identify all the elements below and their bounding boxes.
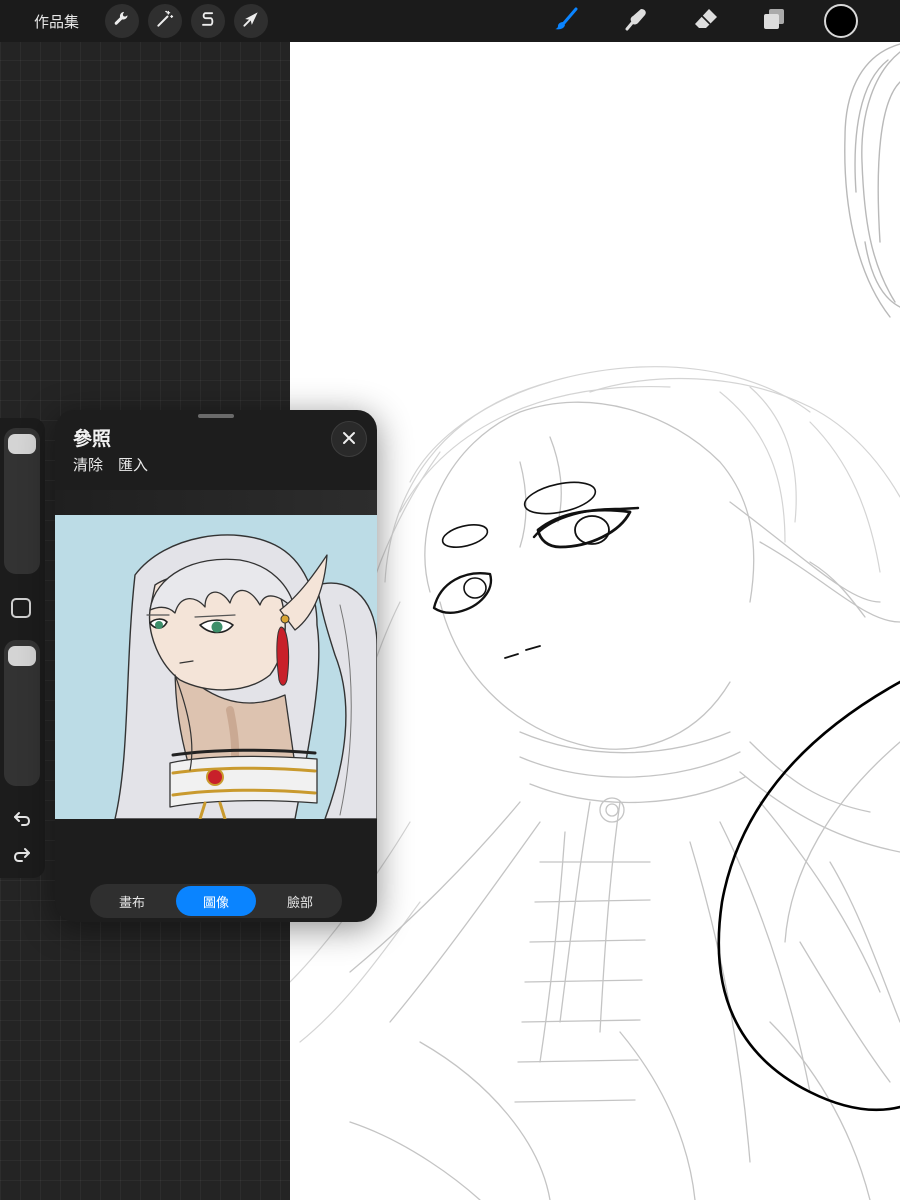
brush-size-knob[interactable] — [8, 434, 36, 454]
layers-icon — [761, 6, 787, 36]
opacity-knob[interactable] — [8, 646, 36, 666]
brush-icon — [553, 6, 579, 36]
sidebar — [0, 418, 45, 878]
drawing-canvas[interactable] — [290, 42, 900, 1200]
close-button[interactable] — [331, 421, 367, 457]
top-toolbar: 作品集 — [0, 0, 900, 42]
color-picker-swatch[interactable] — [824, 4, 858, 38]
sketch-artwork — [290, 43, 900, 1200]
eraser-tool[interactable] — [689, 4, 723, 38]
magic-wand-icon — [155, 9, 175, 33]
panel-grab-handle[interactable] — [198, 414, 234, 418]
panel-actions: 清除 匯入 — [73, 454, 148, 475]
panel-title: 參照 — [73, 428, 112, 450]
undo-icon[interactable] — [10, 806, 34, 830]
brush-tool[interactable] — [549, 4, 583, 38]
procreate-app: 作品集 參照 清除 匯入 畫布 圖像 臉部 — [0, 0, 900, 1200]
tab-image[interactable]: 圖像 — [176, 886, 256, 916]
smudge-tool[interactable] — [619, 4, 653, 38]
eraser-icon — [693, 6, 719, 36]
brush-size-slider[interactable] — [4, 428, 40, 574]
adjustments-button[interactable] — [148, 4, 182, 38]
transform-button[interactable] — [234, 4, 268, 38]
clear-button[interactable]: 清除 — [73, 454, 103, 475]
selection-button[interactable] — [191, 4, 225, 38]
tab-face[interactable]: 臉部 — [260, 886, 340, 916]
reference-panel[interactable]: 參照 清除 匯入 畫布 圖像 臉部 — [55, 410, 377, 922]
redo-icon[interactable] — [10, 842, 34, 866]
wrench-icon — [112, 9, 132, 33]
reference-image-header — [55, 490, 377, 518]
smudge-icon — [623, 6, 649, 36]
layers-tool[interactable] — [757, 4, 791, 38]
opacity-slider[interactable] — [4, 640, 40, 786]
actions-button[interactable] — [105, 4, 139, 38]
import-button[interactable]: 匯入 — [118, 454, 148, 475]
modify-button[interactable] — [11, 598, 31, 618]
reference-mode-selector: 畫布 圖像 臉部 — [90, 884, 342, 918]
tab-canvas[interactable]: 畫布 — [92, 886, 172, 916]
close-icon — [342, 430, 356, 449]
selection-s-icon — [198, 9, 218, 33]
arrow-cursor-icon — [241, 9, 261, 33]
reference-image — [55, 515, 377, 819]
gallery-button[interactable]: 作品集 — [34, 11, 96, 32]
